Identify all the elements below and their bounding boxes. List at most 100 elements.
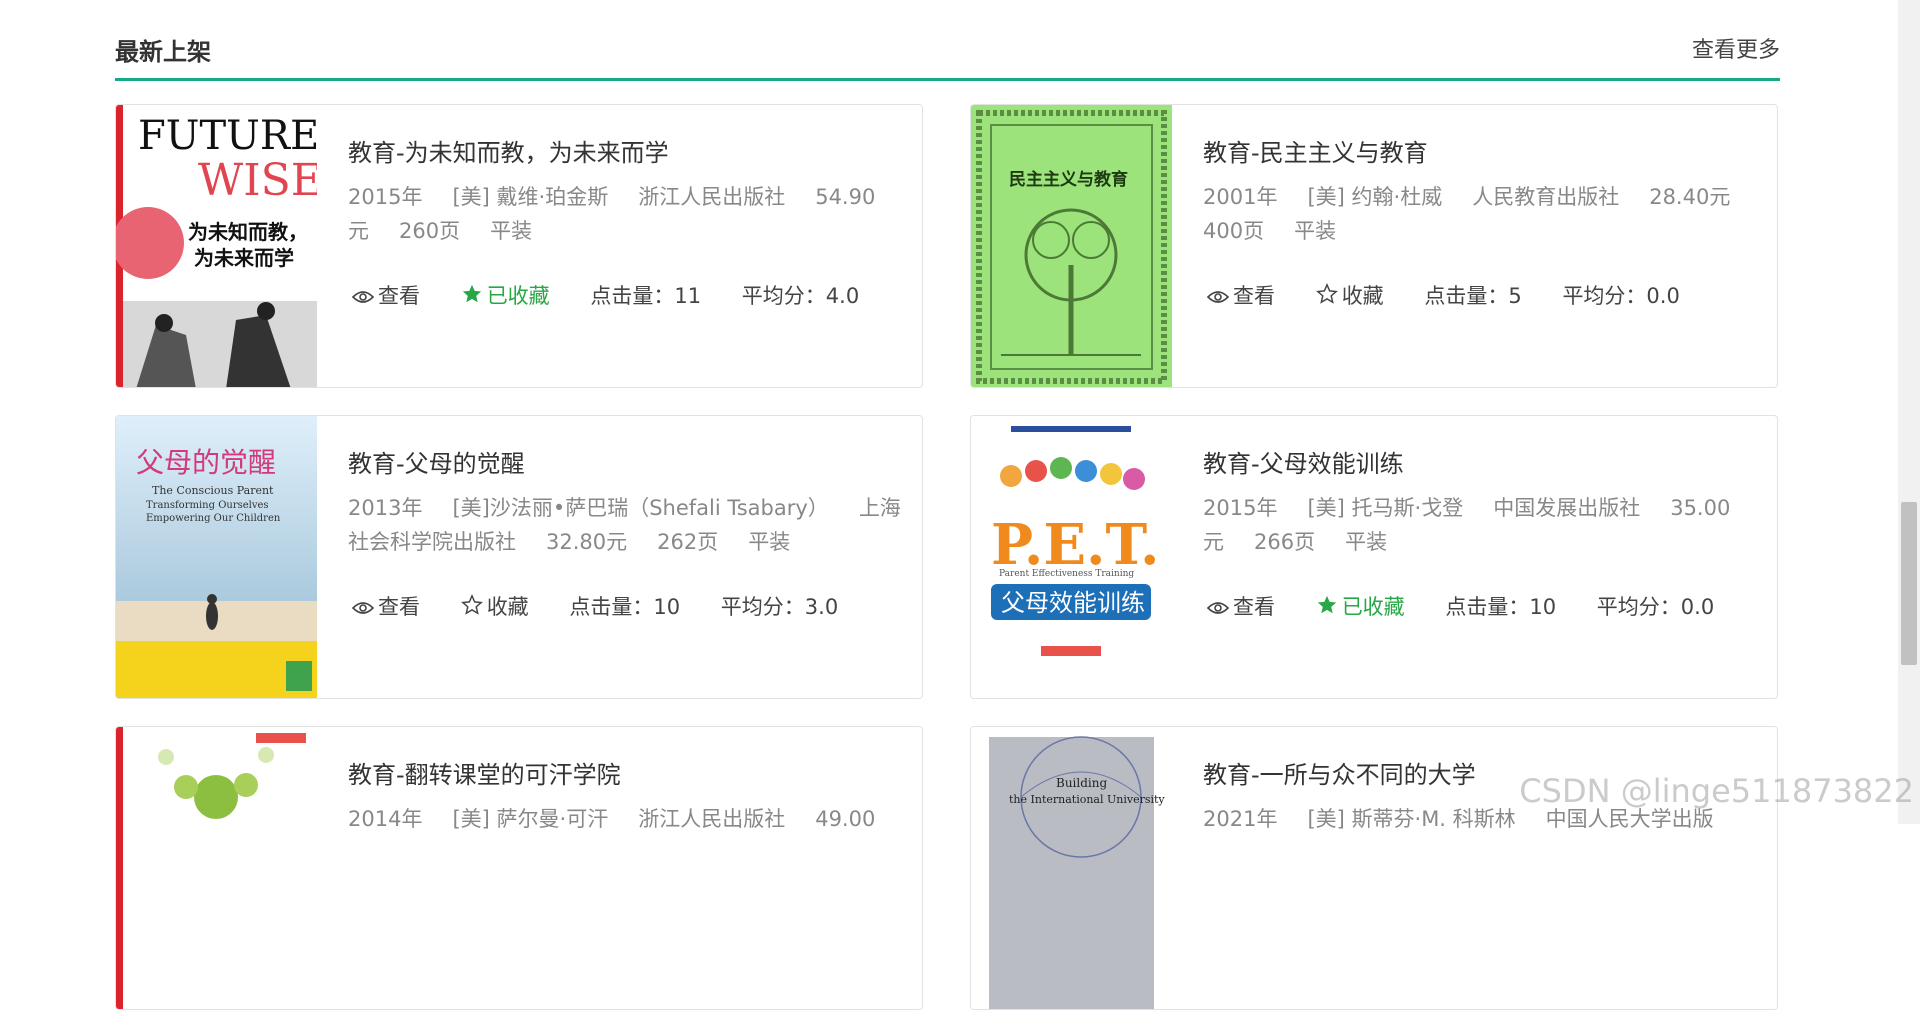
eye-icon xyxy=(1206,286,1230,310)
star-outline-icon xyxy=(1315,283,1338,310)
book-actions: 查看 收藏 点击量：10 平均分：3.0 xyxy=(351,591,872,621)
book-card[interactable]: 父母的觉醒 The Conscious Parent Transforming … xyxy=(115,415,923,699)
book-binding: 平装 xyxy=(1345,530,1388,554)
book-pages: 262页 xyxy=(657,530,719,554)
favorite-button[interactable]: 收藏 xyxy=(1315,280,1384,310)
book-pages: 400页 xyxy=(1203,219,1265,243)
book-publisher: 中国发展出版社 xyxy=(1493,496,1641,520)
book-meta: 2013年 [美]沙法丽•萨巴瑞（Shefali Tsabary） 上海社会科学院出… xyxy=(348,491,908,559)
book-cover[interactable]: FUTURE WISE 为未知而教， 为未来而学 xyxy=(116,105,317,387)
star-outline-icon xyxy=(460,594,483,621)
average-score: 平均分：4.0 xyxy=(741,284,860,308)
book-card[interactable]: P.E.T. Parent Effectiveness Training 父母效… xyxy=(970,415,1778,699)
svg-text:the International University: the International University xyxy=(1009,793,1165,806)
book-pages: 266页 xyxy=(1254,530,1316,554)
book-pages: 260页 xyxy=(399,219,461,243)
book-cover[interactable]: 父母的觉醒 The Conscious Parent Transforming … xyxy=(116,416,317,698)
book-price: 49.00 xyxy=(815,807,876,831)
book-title[interactable]: 教育-翻转课堂的可汗学院 xyxy=(348,755,908,790)
watermark: CSDN @linge511873822 xyxy=(1519,772,1914,810)
eye-icon xyxy=(351,286,375,310)
book-publisher: 浙江人民出版社 xyxy=(638,185,786,209)
svg-text:为未来而学: 为未来而学 xyxy=(194,246,294,270)
book-author: [美] 戴维·珀金斯 xyxy=(452,185,609,209)
eye-icon xyxy=(1206,597,1230,621)
eye-icon xyxy=(351,597,375,621)
svg-text:Empowering Our Children: Empowering Our Children xyxy=(146,513,281,524)
view-button[interactable]: 查看 xyxy=(1206,280,1275,310)
book-publisher: 人民教育出版社 xyxy=(1472,185,1620,209)
book-title[interactable]: 教育-为未知而教，为未来而学 xyxy=(348,133,908,168)
book-title[interactable]: 教育-父母的觉醒 xyxy=(348,444,908,479)
book-binding: 平装 xyxy=(1294,219,1337,243)
view-button[interactable]: 查看 xyxy=(1206,591,1275,621)
svg-text:Parent Effectiveness Train: Parent Effectiveness Training xyxy=(999,569,1134,579)
book-actions: 查看 已收藏 点击量：11 平均分：4.0 xyxy=(351,280,893,310)
book-cover[interactable]: 民主主义与教育 xyxy=(971,105,1172,387)
book-author: [美]沙法丽•萨巴瑞（Shefali Tsabary） xyxy=(452,496,829,520)
book-author: [美] 萨尔曼·可汗 xyxy=(452,807,609,831)
book-card[interactable]: FUTURE WISE 为未知而教， 为未来而学 教育-为未知而教，为未来而学 … xyxy=(115,104,923,388)
book-year: 2014年 xyxy=(348,807,423,831)
book-meta: 2015年 [美] 托马斯·戈登 中国发展出版社 35.00元 266页 平装 xyxy=(1203,491,1763,559)
book-price: 28.40元 xyxy=(1649,185,1731,209)
star-filled-icon xyxy=(1316,594,1338,621)
page-scrollbar[interactable] xyxy=(1898,0,1920,824)
book-meta: 2001年 [美] 约翰·杜威 人民教育出版社 28.40元 400页 平装 xyxy=(1203,180,1763,248)
book-year: 2015年 xyxy=(1203,496,1278,520)
book-publisher: 中国人民大学出版 xyxy=(1545,807,1714,831)
book-card[interactable]: 教育-翻转课堂的可汗学院 2014年 [美] 萨尔曼·可汗 浙江人民出版社 49.00 xyxy=(115,726,923,1010)
average-score: 平均分：3.0 xyxy=(720,595,839,619)
star-filled-icon xyxy=(461,283,483,310)
book-card[interactable]: Building the International University 教育… xyxy=(970,726,1778,1010)
svg-text:民主主义与教育: 民主主义与教育 xyxy=(1009,169,1128,190)
book-info: 教育-父母的觉醒 2013年 [美]沙法丽•萨巴瑞（Shefali Tsabary… xyxy=(348,444,908,559)
book-actions: 查看 收藏 点击量：5 平均分：0.0 xyxy=(1206,280,1714,310)
book-author: [美] 约翰·杜威 xyxy=(1307,185,1443,209)
book-title[interactable]: 教育-民主主义与教育 xyxy=(1203,133,1763,168)
favorited-button[interactable]: 已收藏 xyxy=(461,280,550,310)
book-card[interactable]: 民主主义与教育 教育-民主主义与教育 2001年 [美] 约翰·杜威 人民教育出版社… xyxy=(970,104,1778,388)
book-price: 32.80元 xyxy=(546,530,628,554)
book-year: 2021年 xyxy=(1203,807,1278,831)
favorite-button[interactable]: 收藏 xyxy=(460,591,529,621)
book-binding: 平装 xyxy=(490,219,533,243)
book-meta: 2014年 [美] 萨尔曼·可汗 浙江人民出版社 49.00 xyxy=(348,802,908,836)
svg-text:Transforming Ourselves: Transforming Ourselves xyxy=(146,500,269,511)
svg-text:The Conscious Parent: The Conscious Parent xyxy=(152,484,274,497)
book-binding: 平装 xyxy=(748,530,791,554)
section-title: 最新上架 xyxy=(115,38,211,66)
book-year: 2001年 xyxy=(1203,185,1278,209)
book-info: 教育-为未知而教，为未来而学 2015年 [美] 戴维·珀金斯 浙江人民出版社 54.… xyxy=(348,133,908,248)
view-button[interactable]: 查看 xyxy=(351,591,420,621)
book-actions: 查看 已收藏 点击量：10 平均分：0.0 xyxy=(1206,591,1748,621)
svg-text:为未知而教，: 为未知而教， xyxy=(188,220,308,244)
svg-text:父母效能训练: 父母效能训练 xyxy=(1001,589,1145,617)
svg-text:父母的觉醒: 父母的觉醒 xyxy=(136,446,276,479)
svg-text:Building: Building xyxy=(1056,776,1107,790)
average-score: 平均分：0.0 xyxy=(1562,284,1680,308)
view-button[interactable]: 查看 xyxy=(351,280,420,310)
book-year: 2015年 xyxy=(348,185,423,209)
book-meta: 2015年 [美] 戴维·珀金斯 浙江人民出版社 54.90元 260页 平装 xyxy=(348,180,908,248)
book-cover[interactable] xyxy=(116,727,317,1009)
book-author: [美] 托马斯·戈登 xyxy=(1307,496,1464,520)
click-count: 点击量：10 xyxy=(1445,595,1557,619)
book-cover[interactable]: Building the International University xyxy=(971,727,1172,1009)
click-count: 点击量：11 xyxy=(590,284,702,308)
book-cover[interactable]: P.E.T. Parent Effectiveness Training 父母效… xyxy=(971,416,1172,698)
click-count: 点击量：5 xyxy=(1424,284,1522,308)
svg-text:FUTURE: FUTURE xyxy=(138,113,317,159)
book-title[interactable]: 教育-父母效能训练 xyxy=(1203,444,1763,479)
book-publisher: 浙江人民出版社 xyxy=(638,807,786,831)
average-score: 平均分：0.0 xyxy=(1596,595,1715,619)
favorited-button[interactable]: 已收藏 xyxy=(1316,591,1405,621)
book-info: 教育-父母效能训练 2015年 [美] 托马斯·戈登 中国发展出版社 35.00元 26… xyxy=(1203,444,1763,559)
view-more-link[interactable]: 查看更多 xyxy=(1692,32,1780,64)
svg-text:WISE: WISE xyxy=(198,155,317,206)
scrollbar-thumb[interactable] xyxy=(1901,502,1917,665)
section-header: 最新上架 查看更多 xyxy=(115,28,1780,81)
book-info: 教育-民主主义与教育 2001年 [美] 约翰·杜威 人民教育出版社 28.40元 40… xyxy=(1203,133,1763,248)
book-author: [美] 斯蒂芬·M. 科斯林 xyxy=(1307,807,1516,831)
book-year: 2013年 xyxy=(348,496,423,520)
